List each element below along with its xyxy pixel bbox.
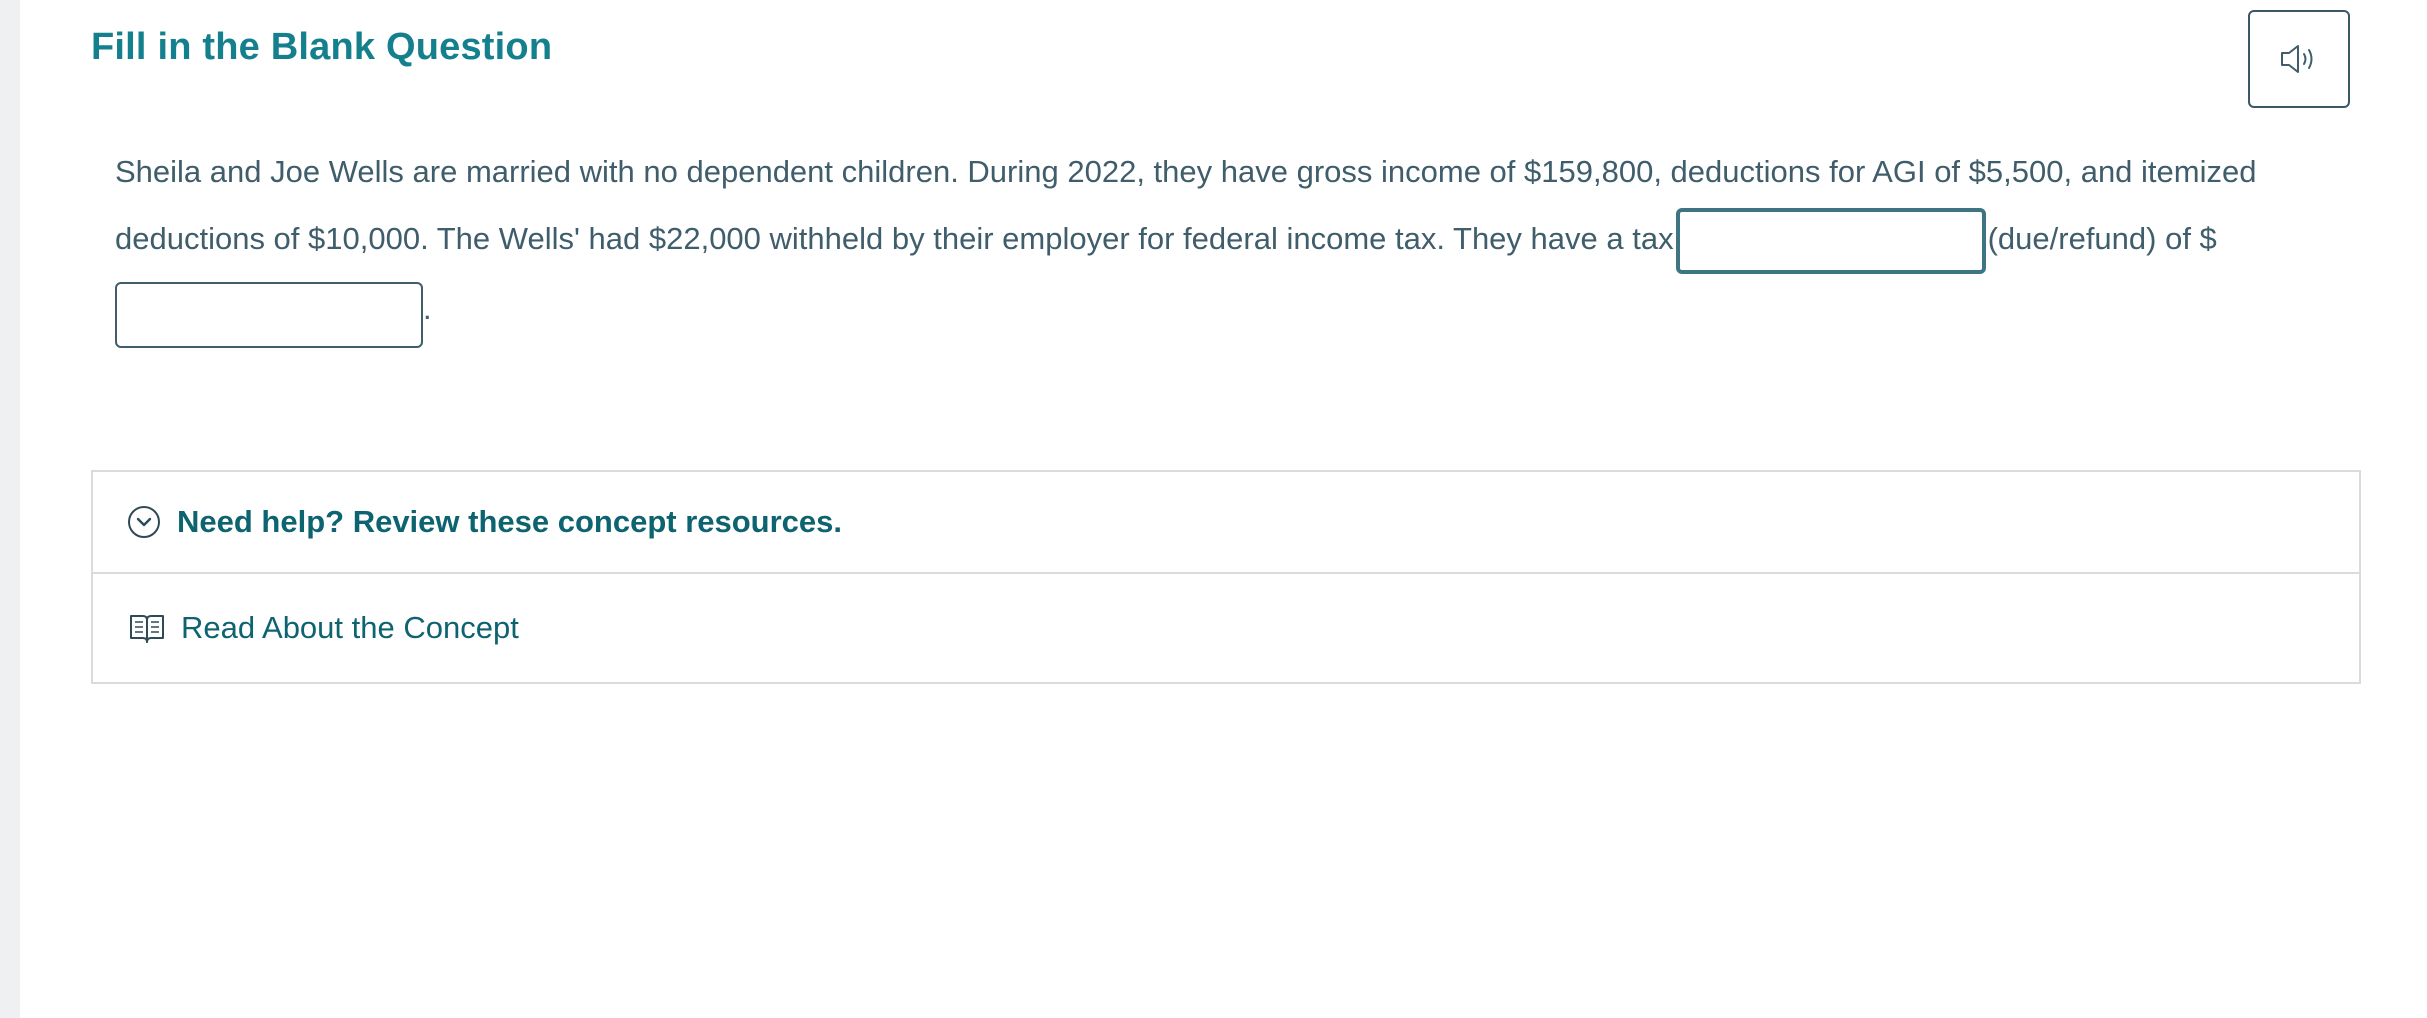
read-aloud-button[interactable] bbox=[2248, 10, 2350, 108]
chevron-down-circle-icon bbox=[127, 505, 161, 539]
concept-resources-panel: Need help? Review these concept resource… bbox=[91, 470, 2361, 684]
book-icon bbox=[129, 612, 165, 644]
blank-answer-1[interactable] bbox=[1675, 207, 1986, 274]
question-text: Sheila and Joe Wells are married with no… bbox=[115, 138, 2355, 348]
speaker-icon bbox=[2279, 42, 2319, 76]
concept-resources-toggle[interactable]: Need help? Review these concept resource… bbox=[93, 472, 2359, 574]
question-panel: Fill in the Blank Question Sheila and Jo… bbox=[20, 0, 2427, 1018]
concept-resources-label: Need help? Review these concept resource… bbox=[177, 504, 843, 539]
left-gutter bbox=[0, 0, 20, 1018]
page-title: Fill in the Blank Question bbox=[91, 26, 553, 68]
read-about-concept-label: Read About the Concept bbox=[181, 610, 519, 645]
read-about-concept-link[interactable]: Read About the Concept bbox=[93, 574, 2359, 682]
question-text-part2: (due/refund) of $ bbox=[1987, 221, 2217, 256]
blank-answer-2[interactable] bbox=[115, 281, 423, 348]
question-text-part3: . bbox=[423, 291, 432, 326]
